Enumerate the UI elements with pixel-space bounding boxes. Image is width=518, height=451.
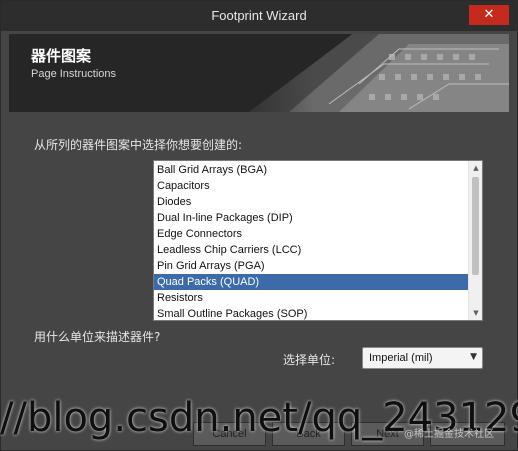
header-banner: 器件图案 Page Instructions — [9, 34, 509, 112]
unit-select-value: Imperial (mil) — [369, 352, 433, 364]
list-item[interactable]: Small Outline Packages (SOP) — [154, 306, 468, 320]
small-watermark: @稀土掘金技术社区 — [404, 429, 494, 440]
unit-select[interactable]: Imperial (mil) ▼ — [362, 347, 483, 369]
list-item[interactable]: Quad Packs (QUAD) — [154, 274, 468, 290]
page-heading: 器件图案 — [31, 47, 92, 65]
triangle-up-icon[interactable]: ▲ — [469, 161, 482, 175]
list-item[interactable]: Dual In-line Packages (DIP) — [154, 210, 468, 226]
page-subheading: Page Instructions — [31, 68, 116, 80]
list-item[interactable]: Ball Grid Arrays (BGA) — [154, 162, 468, 178]
title-bar: Footprint Wizard ✕ — [1, 1, 517, 31]
unit-label: 选择单位: — [283, 353, 336, 367]
list-items: Ball Grid Arrays (BGA) Capacitors Diodes Du… — [154, 162, 468, 320]
close-button[interactable]: ✕ — [469, 5, 509, 25]
triangle-down-icon[interactable]: ▼ — [469, 306, 482, 320]
chevron-down-icon: ▼ — [470, 352, 477, 362]
list-item[interactable]: Pin Grid Arrays (PGA) — [154, 258, 468, 274]
pattern-prompt: 从所列的器件图案中选择你想要创建的: — [34, 138, 243, 152]
scroll-thumb[interactable] — [472, 177, 479, 275]
component-pattern-list[interactable]: Ball Grid Arrays (BGA) Capacitors Diodes Du… — [153, 160, 483, 321]
pcb-banner-image — [209, 34, 509, 112]
list-item[interactable]: Leadless Chip Carriers (LCC) — [154, 242, 468, 258]
list-item[interactable]: Edge Connectors — [154, 226, 468, 242]
list-scrollbar[interactable]: ▲ ▼ — [468, 161, 482, 320]
list-item[interactable]: Diodes — [154, 194, 468, 210]
list-item[interactable]: Resistors — [154, 290, 468, 306]
window-title: Footprint Wizard — [211, 8, 307, 23]
unit-question: 用什么单位来描述器件? — [34, 330, 161, 344]
close-icon: ✕ — [483, 7, 495, 22]
footprint-wizard-window: Footprint Wizard ✕ 器件图案 Page Instruction… — [0, 0, 518, 451]
list-item[interactable]: Capacitors — [154, 178, 468, 194]
